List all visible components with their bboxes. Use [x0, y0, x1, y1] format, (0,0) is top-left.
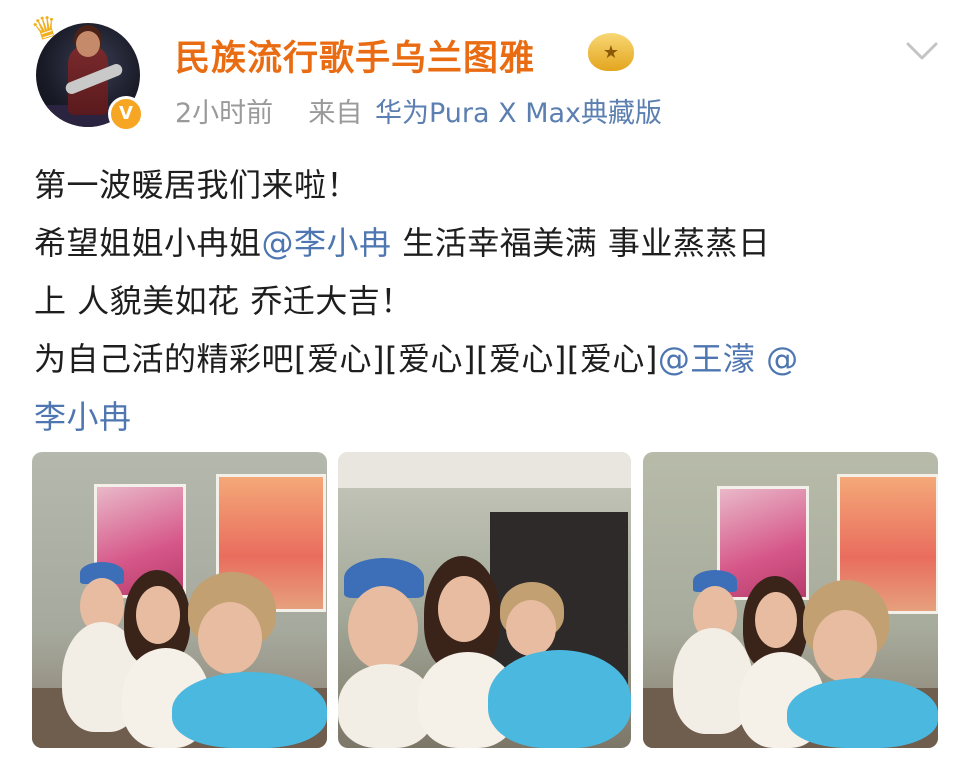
- mention-link[interactable]: @李小冉: [262, 224, 392, 262]
- verified-icon: V: [108, 96, 144, 132]
- vip-badge-icon[interactable]: ★: [588, 33, 634, 71]
- source-prefix: 来自: [308, 98, 363, 129]
- photo-1[interactable]: [32, 452, 327, 748]
- author-name[interactable]: 民族流行歌手乌兰图雅: [175, 30, 535, 81]
- post-text-segment: 为自己活的精彩吧[爱心][爱心][爱心][爱心]: [34, 340, 658, 378]
- post-text: 第一波暖居我们来啦！ 希望姐姐小冉姐@李小冉 生活幸福美满 事业蒸蒸日上 人貌美如…: [34, 156, 934, 446]
- post-line: 希望姐姐小冉姐@李小冉 生活幸福美满 事业蒸蒸日: [34, 214, 934, 272]
- photo-2[interactable]: [338, 452, 631, 748]
- avatar[interactable]: ♛ V: [27, 8, 144, 132]
- mention-link[interactable]: 李小冉: [34, 398, 132, 436]
- mention-link[interactable]: @: [755, 340, 798, 378]
- mention-link[interactable]: @王濛: [658, 340, 756, 378]
- post-time: 2小时前: [175, 98, 274, 129]
- post-line: 李小冉: [34, 388, 934, 446]
- photo-3[interactable]: [643, 452, 938, 748]
- post-text-segment: 第一波暖居我们来啦！: [34, 166, 360, 204]
- post-line: 第一波暖居我们来啦！: [34, 156, 934, 214]
- post-line: 上 人貌美如花 乔迁大吉！: [34, 272, 934, 330]
- post-text-segment: 生活幸福美满 事业蒸蒸日: [391, 224, 771, 262]
- post-text-segment: 希望姐姐小冉姐: [34, 224, 262, 262]
- post-header: ♛ V 民族流行歌手乌兰图雅 ★ 2小时前 来自 华为Pura X Max典藏版: [0, 0, 960, 150]
- post-line: 为自己活的精彩吧[爱心][爱心][爱心][爱心]@王濛 @: [34, 330, 934, 388]
- post-meta: 2小时前 来自 华为Pura X Max典藏版: [175, 91, 662, 130]
- chevron-down-icon[interactable]: [904, 38, 940, 64]
- source-device[interactable]: 华为Pura X Max典藏版: [375, 98, 662, 129]
- photo-grid: [32, 452, 942, 748]
- post-text-segment: 上 人貌美如花 乔迁大吉！: [34, 282, 413, 320]
